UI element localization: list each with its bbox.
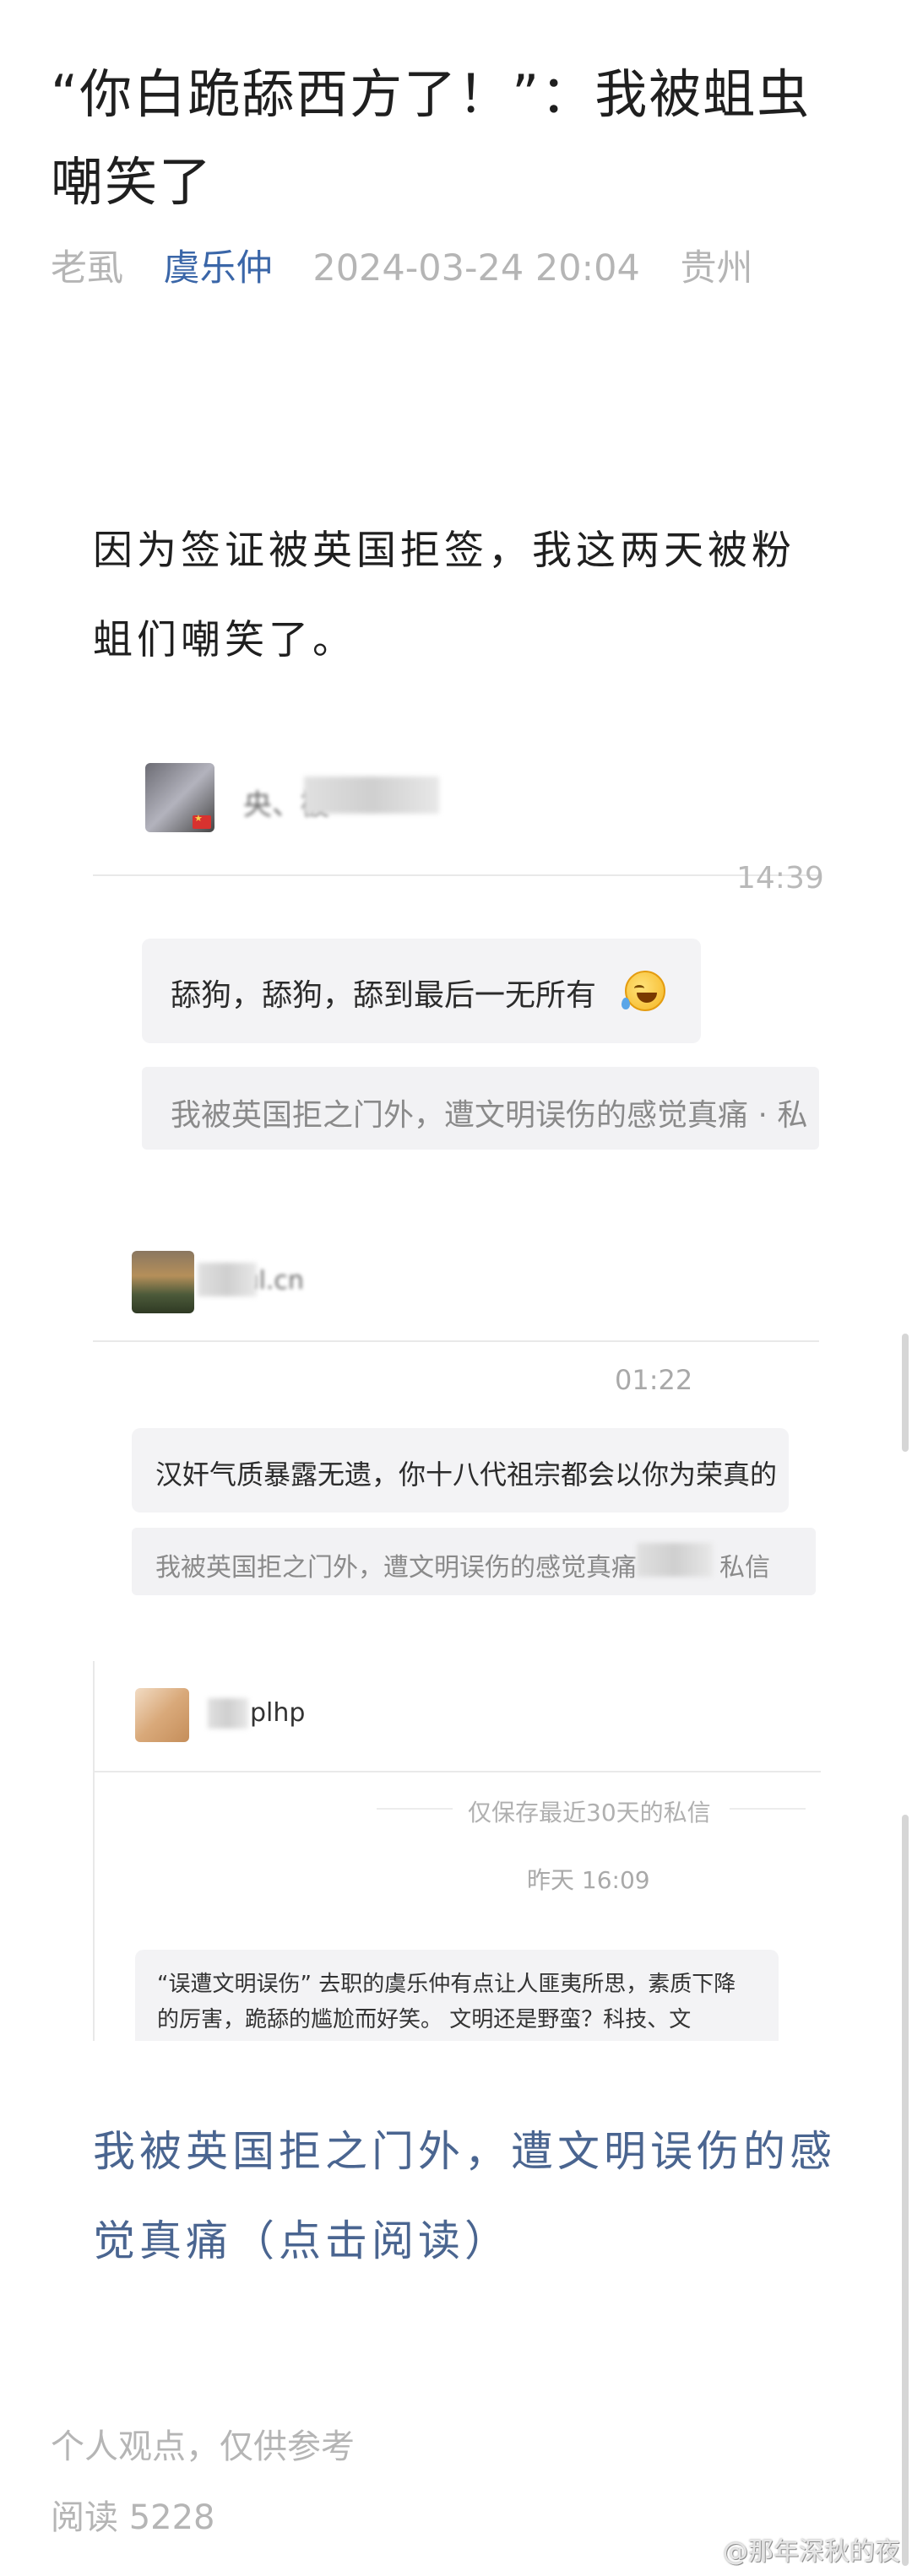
screenshot-comment-2: ‧ul.cn 01:22 汉奸气质暴露无遗，你十八代祖宗都会以你为荣真的 我被英… bbox=[93, 1232, 819, 1604]
article-source[interactable]: 老虱 bbox=[51, 247, 123, 290]
retention-notice: 仅保存最近30天的私信 bbox=[468, 1799, 711, 1826]
flag-icon bbox=[193, 813, 211, 829]
avatar bbox=[135, 1688, 189, 1742]
scrollbar[interactable] bbox=[902, 1815, 909, 2313]
divider bbox=[95, 1771, 821, 1772]
private-message-label: 私信 bbox=[719, 1553, 770, 1583]
message-bubble: 舔狗，舔狗，舔到最后一无所有 bbox=[142, 939, 701, 1043]
redaction-patch bbox=[208, 1698, 248, 1729]
article-author[interactable]: 虞乐仲 bbox=[164, 247, 273, 290]
message-time: 14:39 bbox=[736, 861, 824, 896]
message-time: 01:22 bbox=[615, 1364, 693, 1396]
quoted-article-text: 我被英国拒之门外，遭文明误伤的感觉真痛 · bbox=[155, 1553, 654, 1583]
scrollbar[interactable] bbox=[902, 1334, 909, 1452]
divider bbox=[93, 1340, 819, 1342]
quoted-article[interactable]: 我被英国拒之门外，遭文明误伤的感觉真痛 · 私 bbox=[142, 1067, 819, 1150]
screenshot-comment-1: 央、被 14:39 舔狗，舔狗，舔到最后一无所有 我被英国拒之门外，遭文明误伤的… bbox=[93, 743, 824, 1165]
article-title: “你白跪舔西方了！”：我被蛆虫嘲笑了 bbox=[51, 63, 812, 213]
message-text: 汉奸气质暴露无遗，你十八代祖宗都会以你为荣真的 bbox=[155, 1458, 778, 1491]
message-text-line-1: “误遭文明误伤” 去职的虞乐仲有点让人匪夷所思，素质下降 bbox=[157, 1972, 736, 1997]
username-partial: plhp bbox=[250, 1698, 306, 1728]
screenshot-comment-3: plhp 仅保存最近30天的私信 昨天 16:09 “误遭文明误伤” 去职的虞乐… bbox=[93, 1661, 821, 2041]
message-text: 舔狗，舔狗，舔到最后一无所有 bbox=[171, 978, 597, 1013]
notice-line-left bbox=[377, 1808, 453, 1810]
laughing-crying-emoji-icon bbox=[625, 971, 665, 1011]
article-datetime: 2024-03-24 20:04 bbox=[312, 247, 640, 290]
redaction-patch bbox=[304, 777, 439, 814]
read-count: 阅读 5228 bbox=[51, 2498, 215, 2537]
quoted-article[interactable]: 我被英国拒之门外，遭文明误伤的感觉真痛 · 私信 bbox=[132, 1528, 816, 1595]
message-bubble: “误遭文明误伤” 去职的虞乐仲有点让人匪夷所思，素质下降 的厉害，跪舔的尴尬而好… bbox=[135, 1950, 779, 2041]
message-bubble: 汉奸气质暴露无遗，你十八代祖宗都会以你为荣真的 bbox=[132, 1428, 789, 1513]
related-article-link[interactable]: 我被英国拒之门外，遭文明误伤的感觉真痛（点击阅读） bbox=[93, 2107, 836, 2286]
article-location: 贵州 bbox=[680, 247, 753, 290]
redaction-patch bbox=[637, 1543, 713, 1577]
tear-icon bbox=[622, 998, 630, 1009]
notice-line-right bbox=[730, 1808, 806, 1810]
article-intro: 因为签证被英国拒签，我这两天被粉蛆们嘲笑了。 bbox=[93, 528, 795, 663]
article-page: “你白跪舔西方了！”：我被蛆虫嘲笑了 老虱 虞乐仲 2024-03-24 20:… bbox=[0, 0, 912, 2576]
quoted-article-text: 我被英国拒之门外，遭文明误伤的感觉真痛 · 私 bbox=[171, 1098, 808, 1133]
disclaimer: 个人观点，仅供参考 bbox=[51, 2427, 355, 2466]
message-time: 昨天 16:09 bbox=[527, 1866, 650, 1894]
avatar bbox=[132, 1251, 194, 1313]
article-meta: 老虱 虞乐仲 2024-03-24 20:04 贵州 bbox=[51, 243, 782, 294]
scrollbar[interactable] bbox=[902, 2296, 909, 2566]
weibo-watermark: @那年深秋的夜 bbox=[723, 2537, 900, 2567]
redaction-patch bbox=[198, 1263, 257, 1296]
divider bbox=[93, 874, 819, 876]
message-text-line-2: 的厉害，跪舔的尴尬而好笑。 文明还是野蛮？科技、文 bbox=[157, 2007, 692, 2032]
